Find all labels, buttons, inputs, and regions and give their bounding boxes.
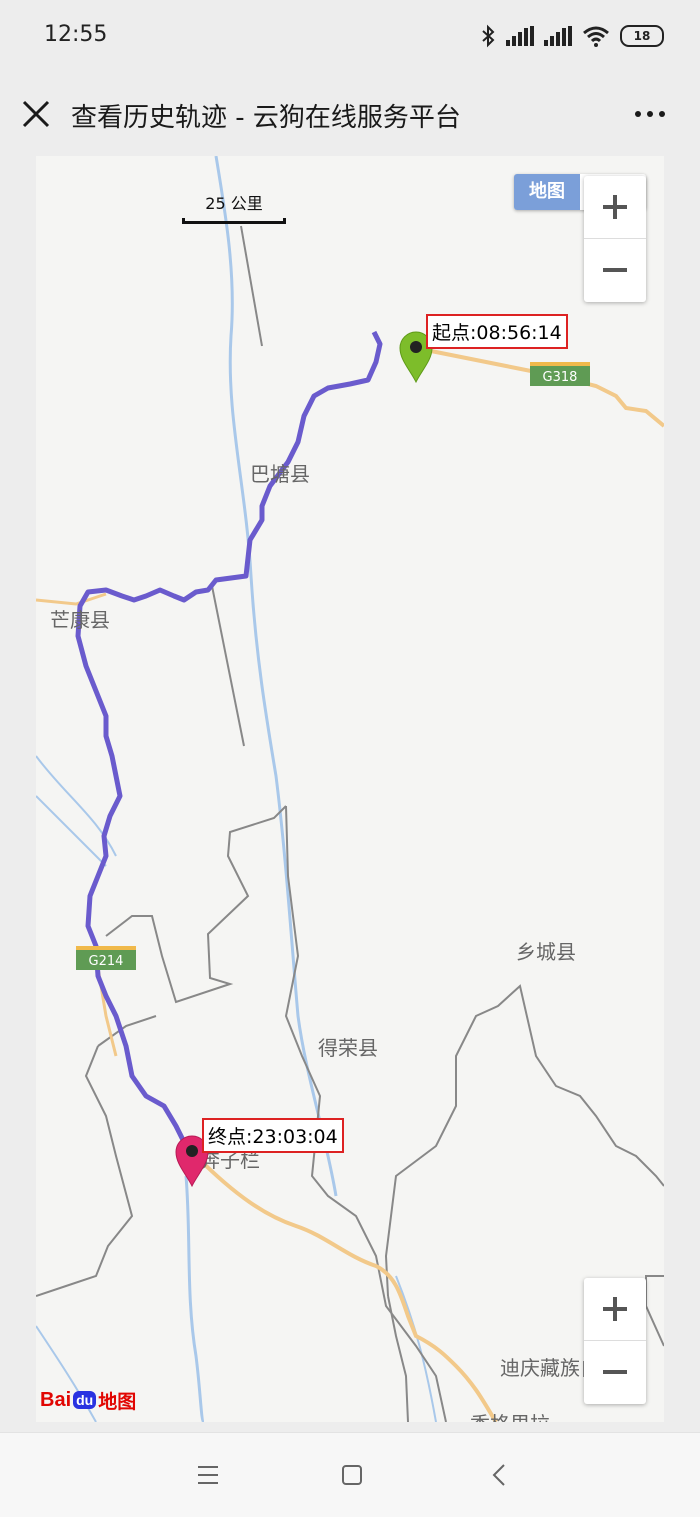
scale-bar: 25 公里 [182,190,286,224]
scale-ruler [182,218,286,224]
map-type-normal[interactable]: 地图 [514,174,580,210]
end-time-label: 终点:23:03:04 [202,1118,344,1153]
place-label-bottom: 香格里拉 [470,1408,550,1422]
map-canvas [36,156,664,1422]
zoom-out-button-2[interactable] [584,1340,646,1403]
battery-icon: 18 [620,25,664,47]
status-time: 12:55 [44,22,108,47]
page-title: 查看历史轨迹 - 云狗在线服务平台 [71,103,461,133]
baidu-logo: Bai du 地图 [40,1384,136,1416]
start-time-label: 起点:08:56:14 [426,314,568,349]
system-nav-bar [0,1432,700,1517]
bluetooth-icon [480,24,496,48]
zoom-in-button[interactable] [584,176,646,238]
signal-icon-2 [544,26,572,46]
scale-label: 25 公里 [205,194,263,213]
zoom-out-button[interactable] [584,238,646,301]
wifi-icon [582,25,610,47]
map-view[interactable]: 巴塘县 芒康县 乡城县 得荣县 奔子栏 迪庆藏族自治州 香格里拉 G318 G2… [36,156,664,1422]
back-icon[interactable] [486,1461,514,1489]
zoom-control-top [584,176,646,302]
road-shield-g214: G214 [76,946,136,970]
home-icon[interactable] [338,1461,366,1489]
baidu-logo-text: Bai [40,1388,72,1411]
close-icon[interactable] [18,96,54,132]
place-label-xiangcheng: 乡城县 [516,940,576,964]
signal-icon [506,26,534,46]
baidu-logo-ditu: 地图 [98,1390,137,1413]
road-shield-g318: G318 [530,362,590,386]
place-label-batang: 巴塘县 [250,462,310,486]
status-icons: 18 [480,22,664,50]
menu-icon[interactable] [194,1461,222,1489]
zoom-in-button-2[interactable] [584,1278,646,1340]
more-icon[interactable] [630,104,670,124]
place-label-mangkang: 芒康县 [50,608,110,632]
zoom-control-bottom [584,1278,646,1404]
place-label-derong: 得荣县 [318,1036,378,1060]
status-bar: 12:55 18 [0,0,700,72]
baidu-logo-du: du [73,1391,97,1409]
